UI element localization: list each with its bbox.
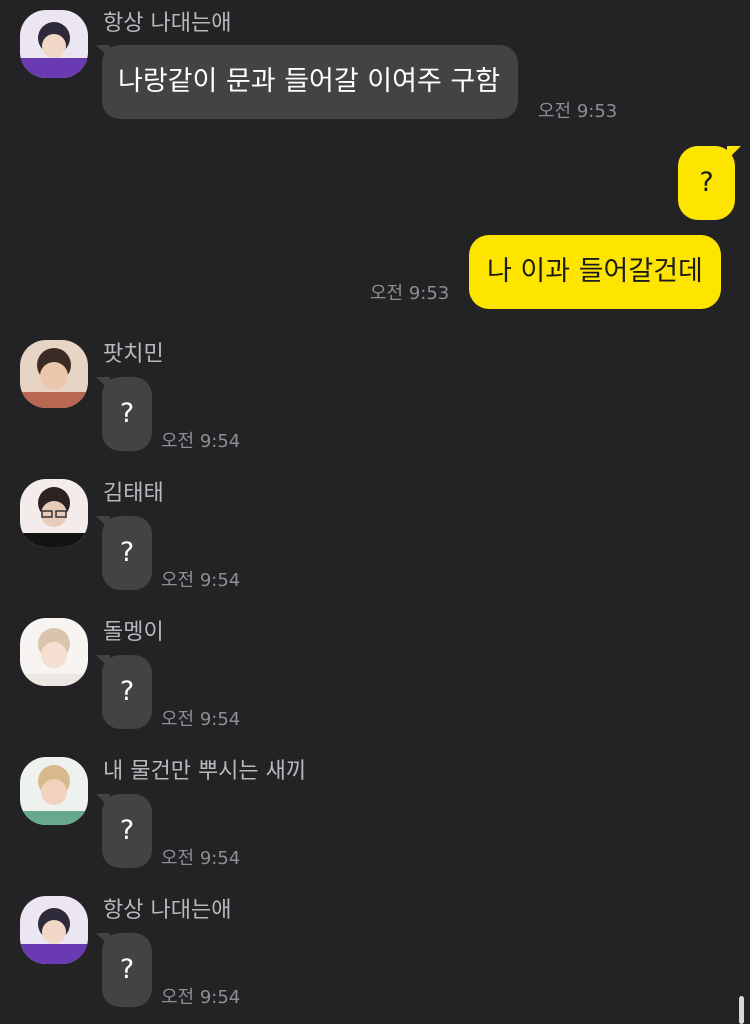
message-bubble[interactable]: ? [678,146,741,220]
message-time: 오전 9:54 [161,709,241,730]
message-bubble[interactable]: ? [96,655,152,729]
message-time: 오전 9:54 [161,848,241,869]
message-text: ? [699,167,714,198]
sender-name: 항상 나대는애 [103,898,232,923]
message-time: 오전 9:54 [161,431,241,452]
sender-name: 돌멩이 [103,620,164,645]
avatar[interactable] [20,896,88,964]
message-text: ? [119,398,135,429]
avatar[interactable] [20,618,88,686]
message-text: ? [119,676,135,707]
message-bubble[interactable]: 나랑같이 문과 들어갈 이여주 구함 [96,45,519,119]
message-bubble[interactable]: ? [96,516,152,590]
chat-room: 항상 나대는애 나랑같이 문과 들어갈 이여주 구함 오전 9:53 ? 나 이… [0,0,750,1024]
message-time: 오전 9:53 [370,283,450,304]
sender-name: 항상 나대는애 [103,11,232,36]
avatar[interactable] [20,10,88,78]
scrollbar[interactable] [739,996,744,1024]
message-text: 나랑같이 문과 들어갈 이여주 구함 [118,66,501,97]
message-bubble[interactable]: ? [96,933,152,1007]
message-time: 오전 9:53 [538,101,618,122]
message-bubble[interactable]: 나 이과 들어갈건데 [469,235,721,309]
message-text: ? [119,815,135,846]
sender-name: 김태태 [103,481,164,506]
message-time: 오전 9:54 [161,987,241,1008]
avatar[interactable] [20,757,88,825]
message-bubble[interactable]: ? [96,377,152,451]
sender-name: 내 물건만 뿌시는 새끼 [103,759,307,784]
sender-name: 팟치민 [103,342,164,367]
avatar[interactable] [20,340,88,408]
message-text: ? [119,537,135,568]
message-time: 오전 9:54 [161,570,241,591]
avatar[interactable] [20,479,88,547]
message-text: ? [119,954,135,985]
message-bubble[interactable]: ? [96,794,152,868]
message-text: 나 이과 들어갈건데 [487,256,703,287]
